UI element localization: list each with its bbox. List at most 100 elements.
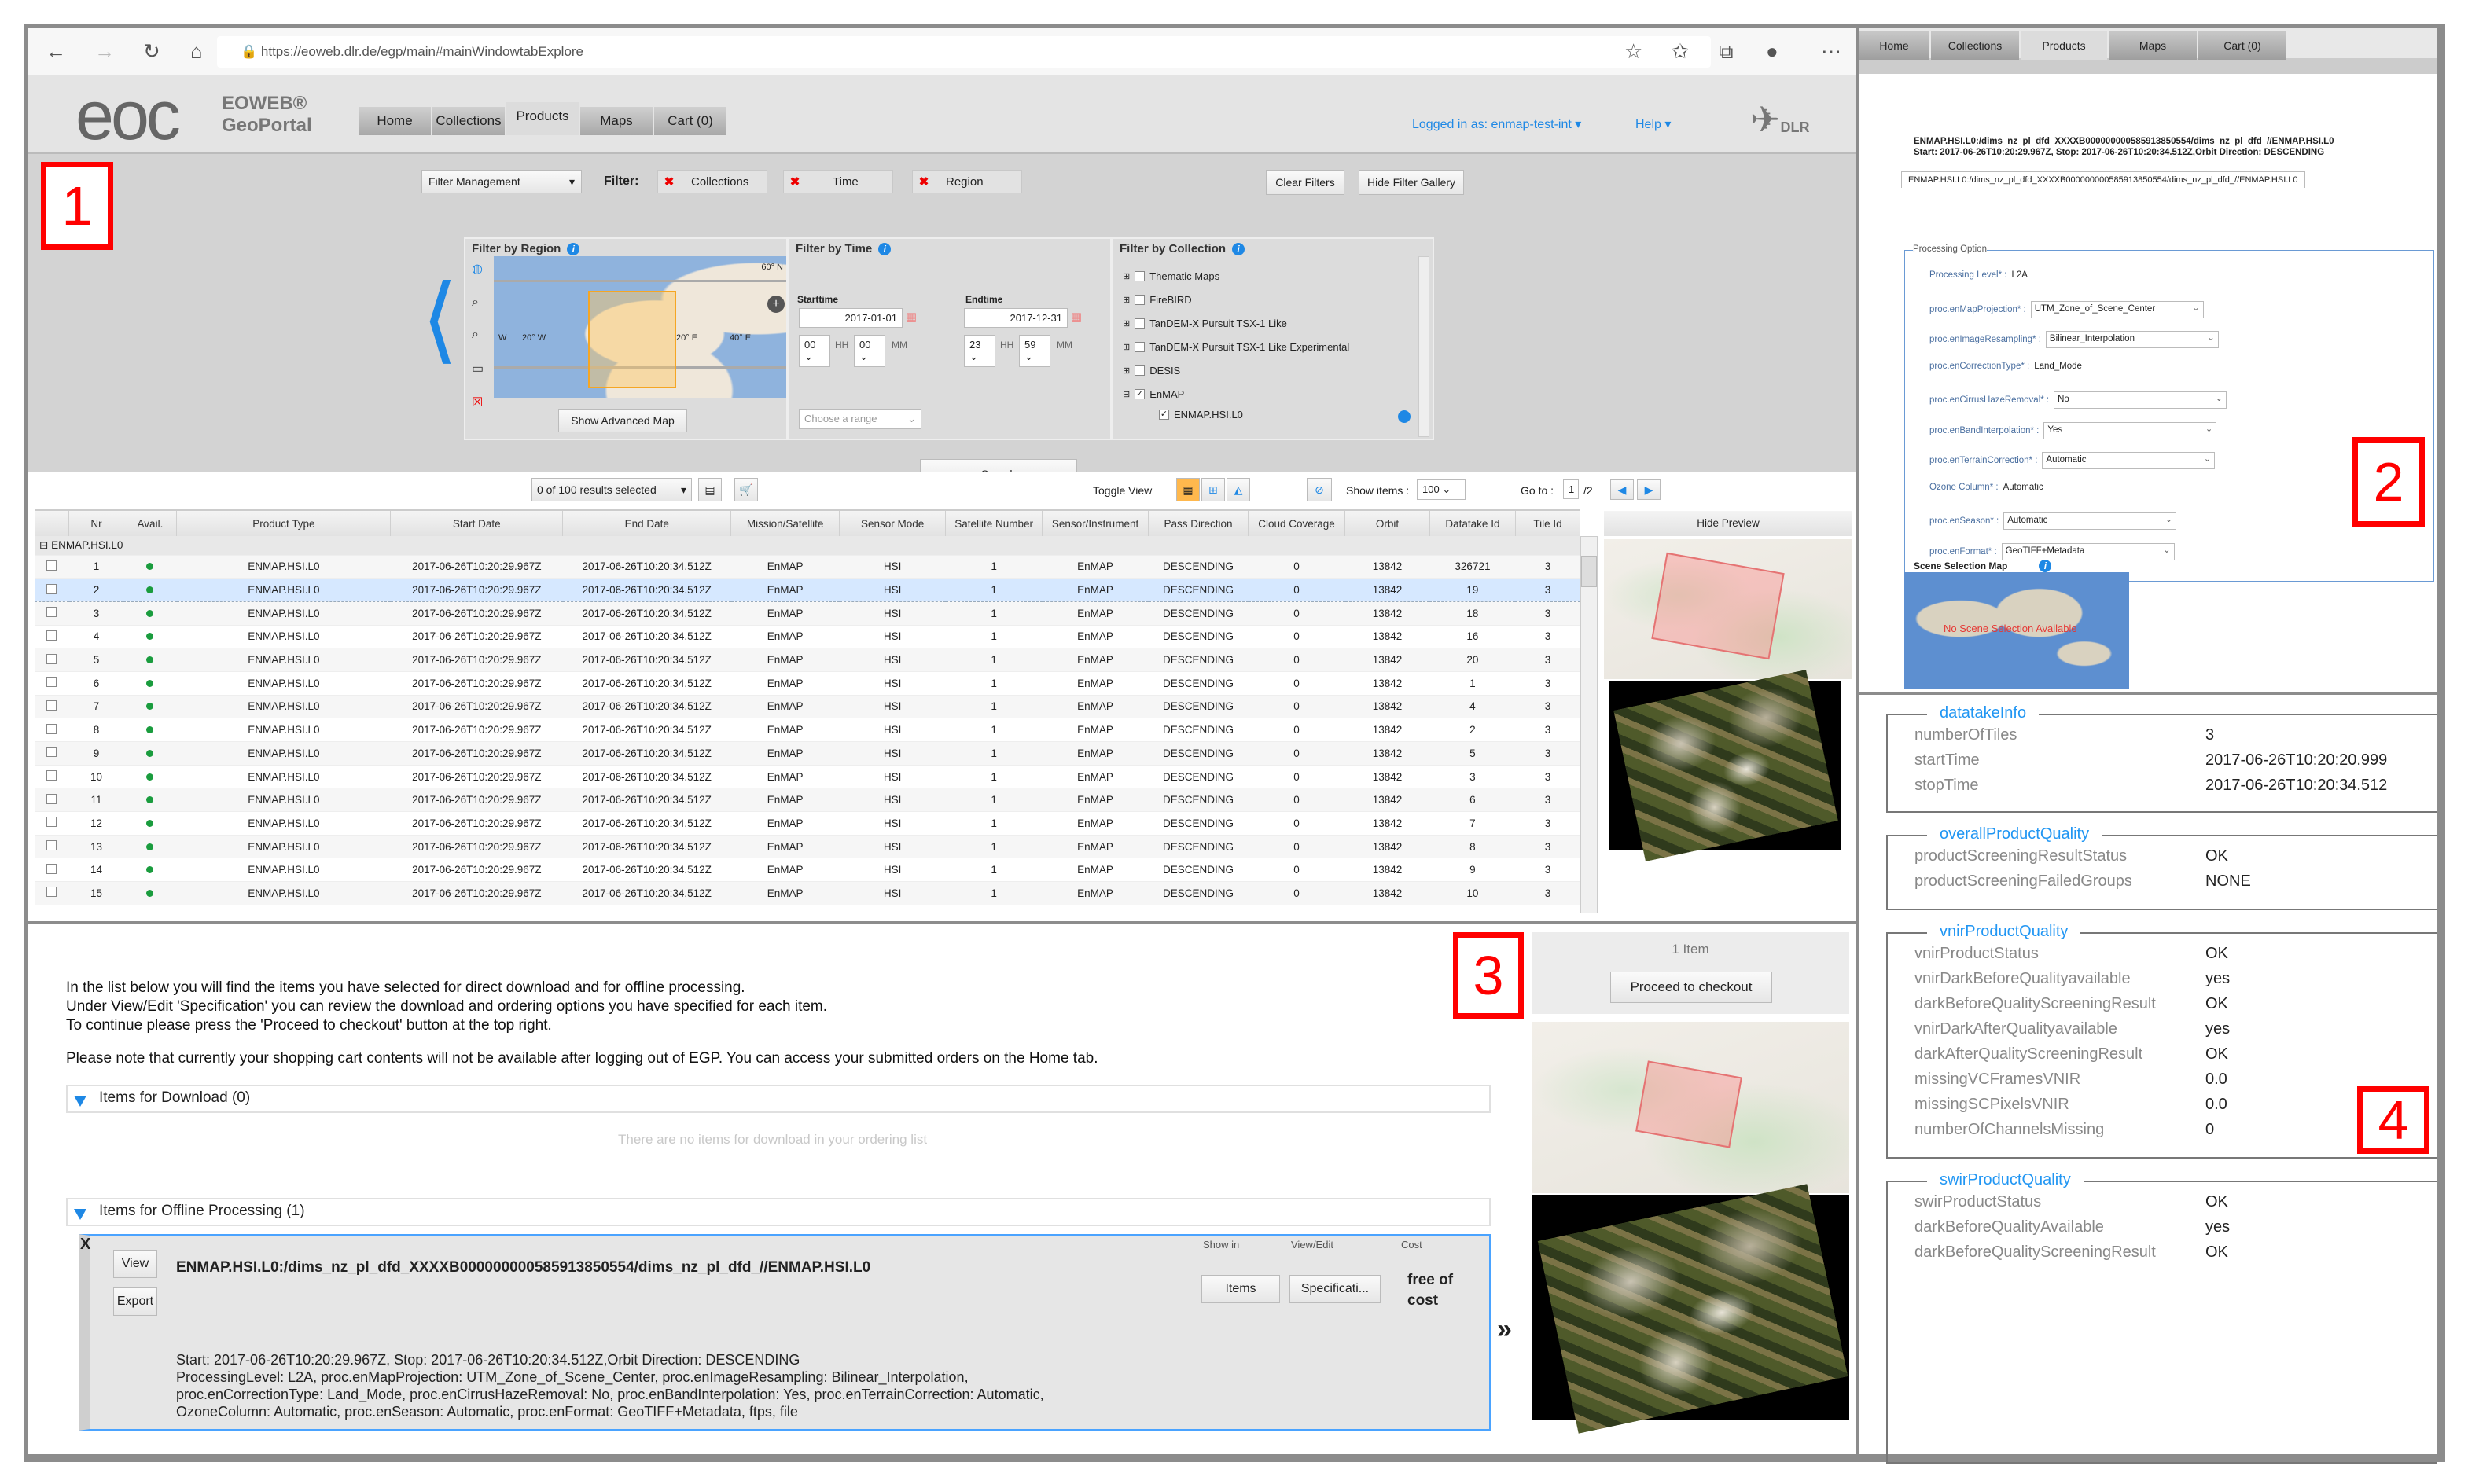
table-row[interactable]: 2 ENMAP.HSI.L0 2017-06-26T10:20:29.967Z 201…	[35, 578, 1580, 602]
filter-management-select[interactable]: Filter Management ▾	[421, 170, 582, 193]
specification-button[interactable]: Specificati...	[1289, 1275, 1381, 1303]
option-select[interactable]: Automatic	[2042, 452, 2216, 469]
start-minute-select[interactable]: 00 ⌄	[854, 335, 885, 367]
view-button[interactable]: View	[113, 1250, 157, 1278]
filter-chip-time[interactable]: ✖ Time	[783, 170, 893, 193]
show-items-select[interactable]: 100 ⌄	[1417, 479, 1466, 500]
bbox-icon[interactable]: ▭	[472, 361, 489, 377]
next-page-button[interactable]: ▶	[1637, 479, 1661, 500]
checkbox[interactable]	[1135, 271, 1146, 281]
collection-scrollbar[interactable]	[1418, 256, 1429, 437]
tab-cart[interactable]: Cart (0)	[2198, 31, 2286, 60]
start-hour-select[interactable]: 00 ⌄	[799, 335, 830, 367]
info-icon[interactable]: i	[2039, 560, 2052, 572]
checkbox[interactable]: ✓	[1135, 389, 1146, 399]
expand-icon[interactable]: ⊞	[1123, 342, 1130, 352]
option-select[interactable]: No	[2054, 391, 2227, 409]
reload-icon[interactable]: ↻	[143, 39, 160, 64]
tab-products[interactable]: Products	[2021, 31, 2107, 60]
table-row[interactable]: 5 ENMAP.HSI.L0 2017-06-26T10:20:29.967Z 201…	[35, 648, 1580, 672]
tab-collections[interactable]: Collections	[1931, 31, 2019, 60]
table-row[interactable]: 15 ENMAP.HSI.L0 2017-06-26T10:20:29.967Z 20…	[35, 881, 1580, 905]
column-header[interactable]: Orbit	[1344, 511, 1430, 536]
column-header[interactable]: Start Date	[390, 511, 564, 536]
page-input[interactable]: 1	[1563, 479, 1579, 499]
items-button[interactable]: Items	[1201, 1275, 1280, 1303]
column-header[interactable]: Pass Direction	[1148, 511, 1249, 536]
info-icon[interactable]: i	[567, 243, 580, 255]
checkbox[interactable]: ✓	[1159, 410, 1169, 420]
remove-icon[interactable]: ✖	[784, 174, 806, 189]
tab-collections[interactable]: Collections	[432, 107, 505, 135]
column-header[interactable]: Satellite Number	[945, 511, 1043, 536]
zoom-in-icon[interactable]: ⌕	[472, 296, 489, 310]
table-row[interactable]: 7 ENMAP.HSI.L0 2017-06-26T10:20:29.967Z 201…	[35, 695, 1580, 719]
row-checkbox[interactable]	[35, 835, 69, 859]
time-range-select[interactable]: Choose a range ⌄	[799, 409, 921, 429]
clear-filters-button[interactable]: Clear Filters	[1266, 170, 1344, 195]
table-row[interactable]: 9 ENMAP.HSI.L0 2017-06-26T10:20:29.967Z 201…	[35, 741, 1580, 766]
map-view-icon[interactable]: ◭	[1227, 478, 1250, 501]
filter-chip-collections[interactable]: ✖ Collections	[657, 170, 767, 193]
items-for-offline-section[interactable]: Items for Offline Processing (1)	[66, 1198, 1491, 1226]
column-header[interactable]: Cloud Coverage	[1248, 511, 1345, 536]
item-tab[interactable]: ENMAP.HSI.L0:/dims_nz_pl_dfd_XXXXB000000…	[1901, 171, 2305, 188]
column-header[interactable]: Sensor/Instrument	[1042, 511, 1149, 536]
collection-item[interactable]: ⊞ DESIS	[1123, 365, 1180, 377]
expand-triangle-icon[interactable]	[74, 1096, 86, 1107]
column-header[interactable]: Avail.	[123, 511, 178, 536]
export-button[interactable]: Export	[113, 1287, 157, 1316]
option-select[interactable]: Bilinear_Interpolation	[2045, 331, 2219, 348]
row-checkbox[interactable]	[35, 765, 69, 789]
collection-item[interactable]: ⊞ Thematic Maps	[1123, 270, 1219, 282]
checkbox[interactable]	[1135, 365, 1146, 376]
table-row[interactable]: 11 ENMAP.HSI.L0 2017-06-26T10:20:29.967Z 20…	[35, 788, 1580, 813]
more-icon[interactable]: ⋯	[1821, 39, 1841, 64]
column-header[interactable]	[35, 511, 70, 536]
collections-icon[interactable]: ⧉	[1719, 39, 1734, 64]
hide-filter-gallery-button[interactable]: Hide Filter Gallery	[1359, 170, 1464, 195]
info-icon[interactable]	[1398, 410, 1411, 423]
tab-maps[interactable]: Maps	[2109, 31, 2197, 60]
expand-icon[interactable]: ⊞	[1123, 295, 1130, 305]
proceed-to-checkout-button[interactable]: Proceed to checkout	[1610, 972, 1772, 1003]
column-header[interactable]: Mission/Satellite	[730, 511, 840, 536]
option-select[interactable]: UTM_Zone_of_Scene_Center	[2030, 300, 2204, 318]
start-date-input[interactable]: 2017-01-01	[799, 308, 903, 328]
row-checkbox[interactable]	[35, 555, 69, 579]
help-menu[interactable]: Help ▾	[1635, 116, 1671, 132]
row-checkbox[interactable]	[35, 695, 69, 719]
favorites-icon[interactable]: ✩	[1672, 39, 1689, 64]
favorite-icon[interactable]: ☆	[1624, 39, 1642, 64]
tab-products[interactable]: Products	[506, 102, 579, 135]
checkbox[interactable]	[1135, 318, 1146, 329]
collapse-chevron-icon[interactable]: ⟨	[421, 272, 458, 366]
hide-icon[interactable]: ⊘	[1307, 478, 1332, 501]
collection-item[interactable]: ⊞ TanDEM-X Pursuit TSX-1 Like	[1123, 318, 1287, 329]
collection-item[interactable]: ⊟ ✓ EnMAP	[1123, 388, 1184, 400]
column-header[interactable]: Sensor Mode	[839, 511, 947, 536]
end-hour-select[interactable]: 23 ⌄	[964, 335, 995, 367]
profile-icon[interactable]: ●	[1766, 39, 1778, 64]
calendar-icon[interactable]: ▦	[1071, 310, 1082, 324]
expand-icon[interactable]: ⊞	[1123, 365, 1130, 376]
table-row[interactable]: 8 ENMAP.HSI.L0 2017-06-26T10:20:29.967Z 201…	[35, 718, 1580, 742]
expand-icon[interactable]: ⊞	[1123, 271, 1130, 281]
row-checkbox[interactable]	[35, 625, 69, 649]
collection-item[interactable]: ⊞ TanDEM-X Pursuit TSX-1 Like Experimenta…	[1123, 341, 1349, 353]
remove-icon[interactable]: ✖	[658, 174, 680, 189]
region-map[interactable]: 60° N W 20° W 20° E 40° E +	[494, 256, 786, 398]
table-row[interactable]: 4 ENMAP.HSI.L0 2017-06-26T10:20:29.967Z 201…	[35, 625, 1580, 649]
scene-selection-map[interactable]: No Scene Selection Available	[1904, 572, 2129, 689]
info-icon[interactable]: i	[878, 243, 892, 255]
calendar-icon[interactable]: ▦	[906, 310, 917, 324]
tab-maps[interactable]: Maps	[580, 107, 653, 135]
table-row[interactable]: 13 ENMAP.HSI.L0 2017-06-26T10:20:29.967Z 20…	[35, 835, 1580, 859]
hide-preview-header[interactable]: Hide Preview	[1604, 511, 1852, 536]
column-header[interactable]: Tile Id	[1515, 511, 1580, 536]
column-header[interactable]: End Date	[562, 511, 732, 536]
results-selection-select[interactable]: 0 of 100 results selected ▾	[531, 478, 692, 501]
remove-item-button[interactable]: X	[80, 1236, 90, 1254]
table-view-icon[interactable]: ▦	[1176, 478, 1200, 501]
row-checkbox[interactable]	[35, 788, 69, 813]
